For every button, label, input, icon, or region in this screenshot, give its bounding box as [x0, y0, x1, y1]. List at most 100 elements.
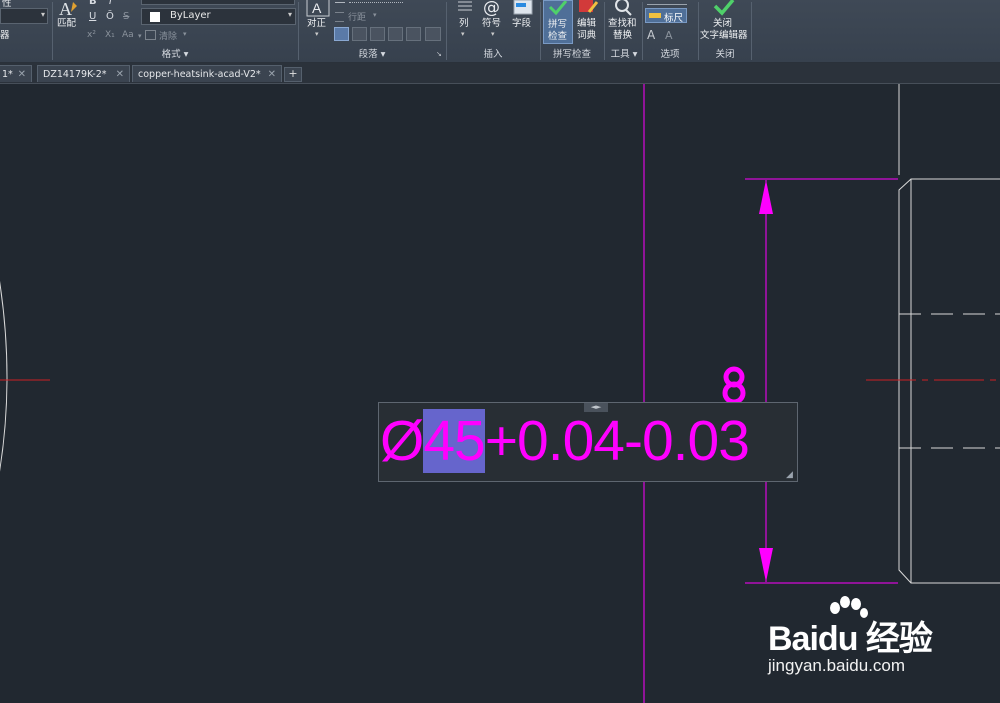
symbol-button[interactable]: @ 符号 ▾ — [479, 0, 507, 42]
text-style-dropdown[interactable]: ▾ — [0, 8, 48, 24]
color-dropdown[interactable]: ByLayer ▾ — [141, 8, 296, 25]
match-format-icon: A — [59, 0, 77, 18]
overline-button[interactable]: Ō — [106, 11, 114, 22]
justify-button[interactable]: A 对正 ▾ — [302, 0, 332, 42]
align-left-button[interactable] — [334, 27, 349, 41]
ruler-button[interactable]: 标尺 — [645, 8, 687, 24]
clear-button[interactable]: 清除 ▾ — [141, 29, 201, 42]
ruler-icon — [649, 13, 661, 18]
format-group-label[interactable]: 格式 ▾ — [53, 48, 297, 61]
separator — [751, 2, 752, 60]
subscript-button[interactable]: X₁ — [105, 30, 115, 40]
format-group: A 匹配 B I U Ō S x² X₁ Aa ▾ ByLayer ▾ 清除 ▾… — [53, 0, 297, 62]
svg-text:@: @ — [483, 0, 500, 16]
color-value: ByLayer — [170, 10, 211, 21]
new-tab-button[interactable]: + — [284, 67, 302, 82]
column-button[interactable]: 列 ▾ — [449, 0, 477, 42]
text-height-decrease-button[interactable]: A — [665, 29, 673, 42]
editor-resize-grip[interactable]: ◢ — [786, 470, 796, 480]
dictionary-icon — [579, 0, 599, 13]
align-distribute-button[interactable] — [406, 27, 421, 41]
align-center-button[interactable] — [352, 27, 367, 41]
field-button[interactable]: 字段 — [509, 0, 537, 42]
options-group: 标尺 A A 选项 — [643, 0, 697, 62]
paragraph-group-label[interactable]: 段落 ▾ — [299, 48, 445, 61]
eraser-icon — [145, 30, 156, 40]
strikethrough-button[interactable]: S — [123, 11, 129, 22]
magnifier-icon — [615, 0, 632, 16]
part-outline — [898, 178, 1000, 584]
spell-check-button[interactable]: 拼写 检查 — [543, 0, 573, 44]
paragraph-group: A 对正 ▾ 行距 ▾ 段落 ▾ ↘ — [299, 0, 445, 62]
chevron-down-icon: ▾ — [287, 10, 292, 19]
chevron-down-icon: ▾ — [491, 30, 495, 38]
options-cut-button[interactable] — [647, 0, 687, 5]
italic-button[interactable]: I — [109, 0, 112, 7]
close-icon[interactable]: ✕ — [268, 66, 276, 83]
close-group-label: 关闭 — [715, 49, 735, 60]
selected-text[interactable]: 45 — [423, 409, 486, 473]
close-text-editor-button[interactable]: 关闭 文字编辑器 — [699, 0, 751, 44]
at-symbol-icon: @ — [483, 0, 500, 16]
svg-text:A: A — [59, 0, 72, 18]
chevron-down-icon: ▾ — [373, 11, 377, 19]
bold-button[interactable]: B — [89, 0, 97, 7]
close-icon[interactable]: ✕ — [18, 66, 26, 83]
columns-icon — [458, 1, 472, 11]
options-group-label: 选项 — [660, 49, 680, 60]
chevron-down-icon: ▾ — [315, 30, 319, 38]
match-button[interactable]: A 匹配 — [55, 0, 81, 40]
paragraph-cut-option[interactable] — [335, 0, 405, 4]
text-height-increase-button[interactable]: A — [647, 28, 655, 42]
dimension-text-rotated — [722, 366, 746, 405]
ribbon: ▾ 性 器 A 匹配 B I U Ō S x² X₁ Aa ▾ ByLayer … — [0, 0, 1000, 63]
dimension-arrow-top — [759, 180, 773, 214]
ribbon-left-group: ▾ 性 器 — [0, 0, 52, 62]
find-replace-button[interactable]: 查找和 替换 — [605, 0, 641, 44]
tools-group-label[interactable]: 工具 ▾ — [605, 48, 643, 61]
line-spacing-icon — [335, 12, 344, 22]
close-group: 关闭 文字编辑器 关闭 — [699, 0, 751, 62]
chevron-down-icon: ▾ — [461, 30, 465, 38]
change-case-button[interactable]: Aa — [122, 30, 134, 40]
watermark-url: jingyan.baidu.com — [768, 656, 906, 675]
tolerance-text: +0.04-0.03 — [484, 409, 750, 473]
insert-group: 列 ▾ @ 符号 ▾ 字段 插入 — [447, 0, 539, 62]
ribbon-left-frag2: 器 — [0, 30, 10, 41]
chevron-down-icon: ▾ — [183, 30, 187, 38]
list-icon — [335, 0, 345, 3]
close-icon[interactable]: ✕ — [116, 66, 124, 83]
chevron-down-icon: ▾ — [40, 10, 45, 19]
dialog-launcher-icon: ↘ — [436, 50, 442, 58]
paragraph-settings-button[interactable] — [425, 27, 441, 41]
checkmark-icon — [548, 1, 568, 16]
checkmark-icon — [713, 0, 735, 16]
field-icon — [513, 0, 533, 15]
watermark-brand: Baidu 经验 — [768, 620, 933, 658]
font-size-icon: A — [647, 28, 656, 42]
underline-button[interactable]: U — [89, 11, 96, 22]
superscript-button[interactable]: x² — [87, 30, 96, 40]
align-right-button[interactable] — [370, 27, 385, 41]
svg-text:A: A — [312, 0, 322, 16]
dimension-arrow-bottom — [759, 548, 773, 582]
font-dropdown[interactable] — [141, 0, 295, 5]
spell-group: 拼写 检查 编辑 词典 拼写检查 — [541, 0, 603, 62]
tab-document-1[interactable]: 1* ✕ — [0, 65, 32, 82]
diameter-symbol: Ø — [380, 409, 424, 473]
insert-group-label: 插入 — [483, 49, 503, 60]
tab-dz14179k-2[interactable]: DZ14179K-2* ✕ — [37, 65, 130, 82]
mtext-content[interactable]: Ø45+0.04-0.03 — [380, 406, 750, 476]
spell-group-label: 拼写检查 — [552, 49, 591, 60]
left-arc-geometry — [0, 281, 8, 472]
align-justify-button[interactable] — [388, 27, 403, 41]
document-tab-bar: 1* ✕ DZ14179K-2* ✕ copper-heatsink-acad-… — [0, 63, 1000, 84]
tab-copper-heatsink[interactable]: copper-heatsink-acad-V2* ✕ — [132, 65, 282, 82]
justify-icon: A — [306, 0, 330, 17]
color-swatch — [150, 12, 160, 22]
tools-group: 查找和 替换 工具 ▾ — [605, 0, 641, 62]
line-spacing-button[interactable]: 行距 ▾ — [335, 10, 395, 23]
ribbon-left-frag1: 性 — [2, 0, 12, 9]
edit-dictionary-button[interactable]: 编辑 词典 — [574, 0, 602, 44]
font-size-icon: A — [665, 29, 673, 42]
